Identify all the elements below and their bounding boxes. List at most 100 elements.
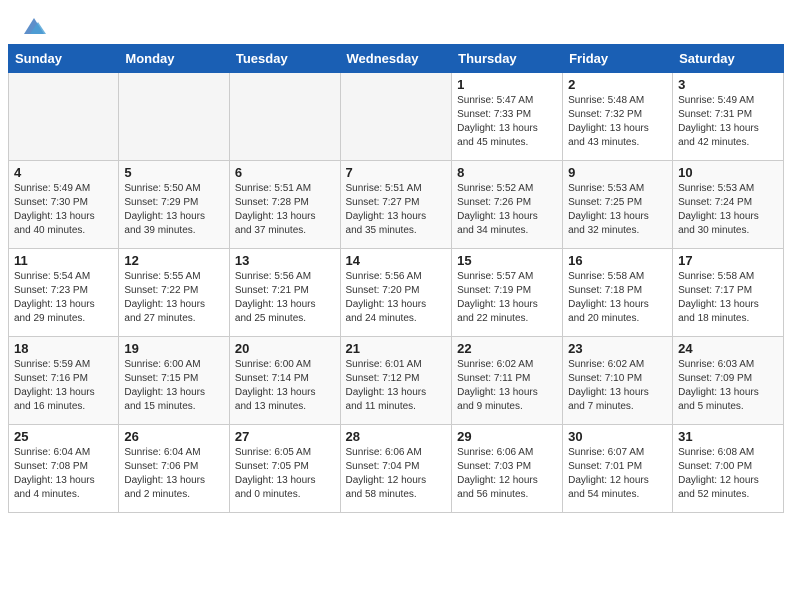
weekday-header-row: SundayMondayTuesdayWednesdayThursdayFrid… <box>9 45 784 73</box>
calendar-cell: 13 Sunrise: 5:56 AMSunset: 7:21 PMDayligh… <box>229 249 340 337</box>
day-number: 16 <box>568 253 667 268</box>
day-number: 18 <box>14 341 113 356</box>
calendar-week-4: 18 Sunrise: 5:59 AMSunset: 7:16 PMDayligh… <box>9 337 784 425</box>
day-info: Sunrise: 5:50 AMSunset: 7:29 PMDaylight:… <box>124 182 224 238</box>
day-number: 9 <box>568 165 667 180</box>
day-number: 3 <box>678 77 778 92</box>
day-info: Sunrise: 5:49 AMSunset: 7:31 PMDaylight:… <box>678 94 778 150</box>
calendar-cell: 10 Sunrise: 5:53 AMSunset: 7:24 PMDayligh… <box>673 161 784 249</box>
calendar-cell: 1 Sunrise: 5:47 AMSunset: 7:33 PMDaylight… <box>452 73 563 161</box>
calendar-week-2: 4Sunrise: 5:49 AMSunset: 7:30 PMDaylight… <box>9 161 784 249</box>
day-number: 31 <box>678 429 778 444</box>
calendar-cell: 14Sunrise: 5:56 AMSunset: 7:20 PMDayligh… <box>340 249 452 337</box>
day-info: Sunrise: 6:07 AMSunset: 7:01 PMDaylight:… <box>568 446 667 502</box>
day-info: Sunrise: 6:00 AMSunset: 7:15 PMDaylight:… <box>124 358 224 414</box>
calendar-cell: 21 Sunrise: 6:01 AMSunset: 7:12 PMDayligh… <box>340 337 452 425</box>
day-number: 28 <box>346 429 447 444</box>
calendar-cell: 20 Sunrise: 6:00 AMSunset: 7:14 PMDayligh… <box>229 337 340 425</box>
day-info: Sunrise: 6:05 AMSunset: 7:05 PMDaylight:… <box>235 446 335 502</box>
calendar-cell: 28 Sunrise: 6:06 AMSunset: 7:04 PMDayligh… <box>340 425 452 513</box>
calendar-cell: 6Sunrise: 5:51 AMSunset: 7:28 PMDaylight… <box>229 161 340 249</box>
calendar-cell <box>229 73 340 161</box>
day-number: 17 <box>678 253 778 268</box>
calendar-cell: 17 Sunrise: 5:58 AMSunset: 7:17 PMDayligh… <box>673 249 784 337</box>
day-number: 29 <box>457 429 557 444</box>
calendar-cell: 24 Sunrise: 6:03 AMSunset: 7:09 PMDayligh… <box>673 337 784 425</box>
calendar-cell: 19Sunrise: 6:00 AMSunset: 7:15 PMDayligh… <box>119 337 230 425</box>
weekday-header-wednesday: Wednesday <box>340 45 452 73</box>
day-info: Sunrise: 5:47 AMSunset: 7:33 PMDaylight:… <box>457 94 557 150</box>
weekday-header-friday: Friday <box>563 45 673 73</box>
weekday-header-thursday: Thursday <box>452 45 563 73</box>
calendar-cell: 15 Sunrise: 5:57 AMSunset: 7:19 PMDayligh… <box>452 249 563 337</box>
day-number: 10 <box>678 165 778 180</box>
day-info: Sunrise: 5:52 AMSunset: 7:26 PMDaylight:… <box>457 182 557 238</box>
calendar-cell: 29 Sunrise: 6:06 AMSunset: 7:03 PMDayligh… <box>452 425 563 513</box>
day-info: Sunrise: 5:57 AMSunset: 7:19 PMDaylight:… <box>457 270 557 326</box>
day-info: Sunrise: 5:55 AMSunset: 7:22 PMDaylight:… <box>124 270 224 326</box>
calendar-cell: 26Sunrise: 6:04 AMSunset: 7:06 PMDayligh… <box>119 425 230 513</box>
calendar-cell: 3 Sunrise: 5:49 AMSunset: 7:31 PMDaylight… <box>673 73 784 161</box>
day-info: Sunrise: 6:04 AMSunset: 7:08 PMDaylight:… <box>14 446 113 502</box>
day-number: 1 <box>457 77 557 92</box>
day-number: 23 <box>568 341 667 356</box>
day-number: 15 <box>457 253 557 268</box>
calendar-cell: 11 Sunrise: 5:54 AMSunset: 7:23 PMDayligh… <box>9 249 119 337</box>
calendar-week-5: 25Sunrise: 6:04 AMSunset: 7:08 PMDayligh… <box>9 425 784 513</box>
calendar-wrapper: SundayMondayTuesdayWednesdayThursdayFrid… <box>0 44 792 513</box>
page-header <box>0 0 792 44</box>
day-info: Sunrise: 6:00 AMSunset: 7:14 PMDaylight:… <box>235 358 335 414</box>
calendar-cell <box>340 73 452 161</box>
calendar-week-3: 11 Sunrise: 5:54 AMSunset: 7:23 PMDayligh… <box>9 249 784 337</box>
day-info: Sunrise: 6:01 AMSunset: 7:12 PMDaylight:… <box>346 358 447 414</box>
day-info: Sunrise: 5:59 AMSunset: 7:16 PMDaylight:… <box>14 358 113 414</box>
weekday-header-tuesday: Tuesday <box>229 45 340 73</box>
calendar-cell: 7 Sunrise: 5:51 AMSunset: 7:27 PMDaylight… <box>340 161 452 249</box>
weekday-header-sunday: Sunday <box>9 45 119 73</box>
calendar-cell: 30 Sunrise: 6:07 AMSunset: 7:01 PMDayligh… <box>563 425 673 513</box>
calendar-header: SundayMondayTuesdayWednesdayThursdayFrid… <box>9 45 784 73</box>
day-number: 30 <box>568 429 667 444</box>
day-number: 7 <box>346 165 447 180</box>
day-info: Sunrise: 5:54 AMSunset: 7:23 PMDaylight:… <box>14 270 113 326</box>
calendar-cell: 16 Sunrise: 5:58 AMSunset: 7:18 PMDayligh… <box>563 249 673 337</box>
day-info: Sunrise: 5:58 AMSunset: 7:18 PMDaylight:… <box>568 270 667 326</box>
calendar-cell: 18 Sunrise: 5:59 AMSunset: 7:16 PMDayligh… <box>9 337 119 425</box>
weekday-header-monday: Monday <box>119 45 230 73</box>
calendar-table: SundayMondayTuesdayWednesdayThursdayFrid… <box>8 44 784 513</box>
day-number: 8 <box>457 165 557 180</box>
day-number: 27 <box>235 429 335 444</box>
day-number: 5 <box>124 165 224 180</box>
day-number: 11 <box>14 253 113 268</box>
day-info: Sunrise: 5:56 AMSunset: 7:21 PMDaylight:… <box>235 270 335 326</box>
day-info: Sunrise: 6:02 AMSunset: 7:11 PMDaylight:… <box>457 358 557 414</box>
day-number: 24 <box>678 341 778 356</box>
calendar-cell: 25Sunrise: 6:04 AMSunset: 7:08 PMDayligh… <box>9 425 119 513</box>
day-info: Sunrise: 6:04 AMSunset: 7:06 PMDaylight:… <box>124 446 224 502</box>
day-number: 13 <box>235 253 335 268</box>
calendar-cell: 12Sunrise: 5:55 AMSunset: 7:22 PMDayligh… <box>119 249 230 337</box>
calendar-cell <box>119 73 230 161</box>
calendar-cell: 8 Sunrise: 5:52 AMSunset: 7:26 PMDaylight… <box>452 161 563 249</box>
calendar-cell: 23 Sunrise: 6:02 AMSunset: 7:10 PMDayligh… <box>563 337 673 425</box>
day-number: 21 <box>346 341 447 356</box>
calendar-cell: 31 Sunrise: 6:08 AMSunset: 7:00 PMDayligh… <box>673 425 784 513</box>
calendar-body: 1 Sunrise: 5:47 AMSunset: 7:33 PMDaylight… <box>9 73 784 513</box>
day-info: Sunrise: 5:58 AMSunset: 7:17 PMDaylight:… <box>678 270 778 326</box>
day-info: Sunrise: 5:51 AMSunset: 7:28 PMDaylight:… <box>235 182 335 238</box>
day-info: Sunrise: 5:53 AMSunset: 7:24 PMDaylight:… <box>678 182 778 238</box>
logo <box>20 16 46 36</box>
day-info: Sunrise: 5:48 AMSunset: 7:32 PMDaylight:… <box>568 94 667 150</box>
day-info: Sunrise: 6:06 AMSunset: 7:03 PMDaylight:… <box>457 446 557 502</box>
day-info: Sunrise: 5:51 AMSunset: 7:27 PMDaylight:… <box>346 182 447 238</box>
day-number: 22 <box>457 341 557 356</box>
day-info: Sunrise: 6:08 AMSunset: 7:00 PMDaylight:… <box>678 446 778 502</box>
day-info: Sunrise: 6:03 AMSunset: 7:09 PMDaylight:… <box>678 358 778 414</box>
calendar-cell: 22 Sunrise: 6:02 AMSunset: 7:11 PMDayligh… <box>452 337 563 425</box>
calendar-cell: 5 Sunrise: 5:50 AMSunset: 7:29 PMDaylight… <box>119 161 230 249</box>
calendar-week-1: 1 Sunrise: 5:47 AMSunset: 7:33 PMDaylight… <box>9 73 784 161</box>
day-info: Sunrise: 6:06 AMSunset: 7:04 PMDaylight:… <box>346 446 447 502</box>
day-info: Sunrise: 6:02 AMSunset: 7:10 PMDaylight:… <box>568 358 667 414</box>
day-number: 20 <box>235 341 335 356</box>
day-number: 14 <box>346 253 447 268</box>
